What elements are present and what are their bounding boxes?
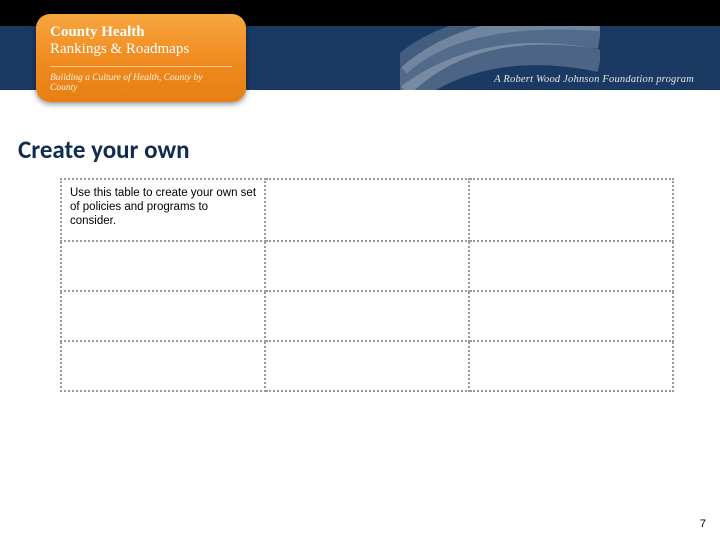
table-cell (61, 241, 265, 291)
foundation-tagline: A Robert Wood Johnson Foundation program (494, 74, 694, 85)
badge-title-line1: County Health (50, 24, 232, 40)
table-cell (61, 291, 265, 341)
page-title: Create your own (18, 134, 190, 165)
badge-divider (50, 66, 232, 67)
table-cell (469, 241, 673, 291)
logo-badge: County Health Rankings & Roadmaps Buildi… (36, 14, 246, 102)
table-cell (265, 241, 469, 291)
table-cell (61, 341, 265, 391)
slide: A Robert Wood Johnson Foundation program… (0, 0, 720, 540)
page-number: 7 (700, 518, 706, 530)
table-cell (469, 341, 673, 391)
table-cell (469, 291, 673, 341)
table-cell (265, 291, 469, 341)
policy-table: Use this table to create your own set of… (60, 178, 674, 392)
badge-subtitle: Building a Culture of Health, County by … (50, 73, 232, 93)
table-cell (265, 179, 469, 241)
badge-title-line2: Rankings & Roadmaps (50, 41, 232, 58)
table-cell (265, 341, 469, 391)
table-cell (469, 179, 673, 241)
table-cell-instruction: Use this table to create your own set of… (61, 179, 265, 241)
